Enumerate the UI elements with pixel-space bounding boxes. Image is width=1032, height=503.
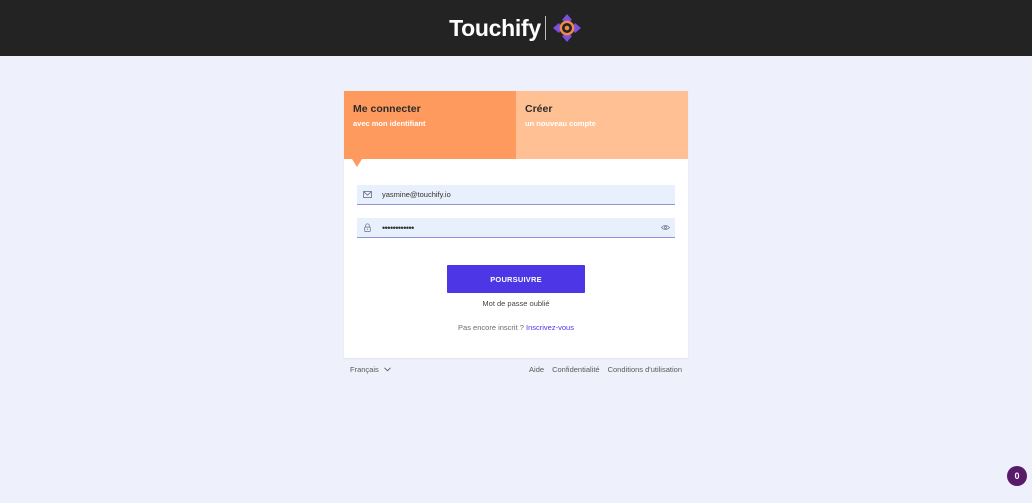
logo-divider xyxy=(544,16,546,40)
active-tab-pointer xyxy=(352,159,362,167)
forgot-password-link[interactable]: Mot de passe oublié xyxy=(344,299,688,308)
tab-signup-subtitle: un nouveau compte xyxy=(525,119,596,128)
tab-login[interactable]: Me connecter avec mon identifiant xyxy=(344,91,516,167)
signup-link[interactable]: Inscrivez-vous xyxy=(526,323,574,332)
password-field xyxy=(357,217,675,238)
tab-login-subtitle: avec mon identifiant xyxy=(353,119,426,128)
continue-button[interactable]: POURSUIVRE xyxy=(447,265,585,293)
lock-icon xyxy=(357,218,377,238)
terms-link[interactable]: Conditions d'utilisation xyxy=(608,365,682,374)
tab-login-title: Me connecter xyxy=(353,103,421,115)
mail-icon xyxy=(357,185,377,205)
eye-icon[interactable] xyxy=(655,218,675,238)
footer: Français Aide Confidentialité Conditions… xyxy=(350,365,682,377)
top-bar: Touchify xyxy=(0,0,1032,56)
footer-links: Aide Confidentialité Conditions d'utilis… xyxy=(529,365,682,374)
tab-signup[interactable]: Créer un nouveau compte xyxy=(516,91,688,159)
brand-logo[interactable]: Touchify xyxy=(449,12,583,44)
signup-line: Pas encore inscrit ? Inscrivez-vous xyxy=(344,323,688,332)
tab-signup-title: Créer xyxy=(525,103,553,115)
notification-badge[interactable]: 0 xyxy=(1007,466,1027,486)
email-field xyxy=(357,184,675,205)
brand-name: Touchify xyxy=(449,14,541,41)
help-link[interactable]: Aide xyxy=(529,365,544,374)
language-selector[interactable]: Français xyxy=(350,365,391,374)
auth-tabs: Me connecter avec mon identifiant Créer … xyxy=(344,91,688,167)
touchify-logo-icon xyxy=(552,14,581,42)
privacy-link[interactable]: Confidentialité xyxy=(552,365,600,374)
chevron-down-icon xyxy=(383,367,391,372)
signup-prompt: Pas encore inscrit ? xyxy=(458,323,524,332)
email-input[interactable] xyxy=(377,184,675,205)
password-input[interactable] xyxy=(377,217,655,238)
login-card: Me connecter avec mon identifiant Créer … xyxy=(344,91,688,358)
language-label: Français xyxy=(350,365,379,374)
